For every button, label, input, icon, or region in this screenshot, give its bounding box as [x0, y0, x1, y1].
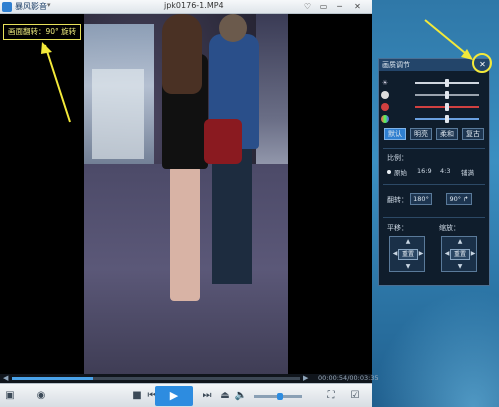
annotation-arrow-left: [44, 44, 71, 123]
screenshot: 暴风影音 ▾ jpk0176-1.MP4 ♡ ▭ ─ ✕ 画面翻转：90° 旋转…: [0, 0, 499, 407]
annotation-arrow-right: [424, 19, 471, 58]
annotation-arrows: [41, 19, 473, 123]
annotation-arrowhead-left: [41, 42, 52, 54]
